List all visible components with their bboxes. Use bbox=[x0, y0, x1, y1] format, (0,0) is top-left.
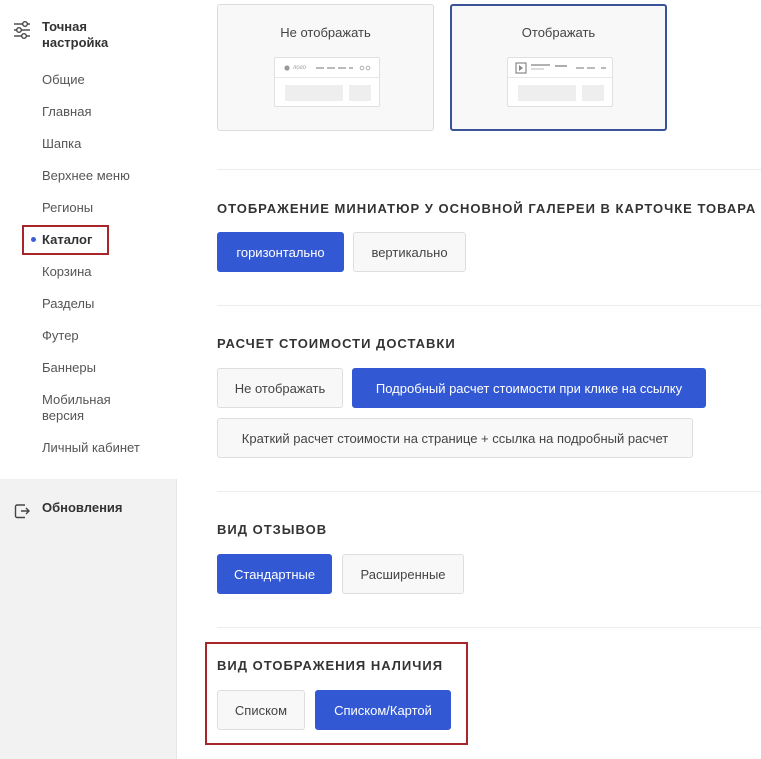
sidebar-updates-panel: Обновления bbox=[0, 479, 177, 759]
sidebar-item-sections[interactable]: Разделы bbox=[42, 296, 162, 312]
sidebar-item-regions[interactable]: Регионы bbox=[42, 200, 162, 216]
fine-tune-header[interactable]: Точная настройка bbox=[12, 19, 142, 51]
preview-block bbox=[582, 85, 604, 101]
delivery-detailed-button[interactable]: Подробный расчет стоимости при клике на … bbox=[352, 368, 706, 408]
preview-header-bar bbox=[508, 58, 612, 78]
updates-title: Обновления bbox=[42, 500, 123, 515]
update-icon bbox=[12, 501, 32, 521]
preview-block bbox=[349, 85, 371, 101]
sidebar-item-mobile-version[interactable]: Мобильная версия bbox=[42, 392, 132, 424]
logo-shown-option-card[interactable]: Отображать bbox=[450, 4, 667, 131]
sidebar-item-top-menu[interactable]: Верхнее меню bbox=[42, 168, 162, 184]
sidebar-item-footer[interactable]: Футер bbox=[42, 328, 162, 344]
section-divider bbox=[217, 627, 761, 628]
preview-block bbox=[285, 85, 343, 101]
availability-section-title: ВИД ОТОБРАЖЕНИЯ НАЛИЧИЯ bbox=[217, 658, 444, 673]
delivery-section-title: РАСЧЕТ СТОИМОСТИ ДОСТАВКИ bbox=[217, 336, 456, 351]
section-divider bbox=[217, 305, 761, 306]
option-label: Не отображать bbox=[280, 25, 371, 40]
sidebar-settings-panel: Точная настройка Общие Главная Шапка Вер… bbox=[0, 0, 177, 479]
preview-thumbnail: лого bbox=[274, 57, 380, 107]
availability-list-button[interactable]: Списком bbox=[217, 690, 305, 730]
preview-block bbox=[518, 85, 576, 101]
reviews-section-title: ВИД ОТЗЫВОВ bbox=[217, 522, 328, 537]
availability-list-map-button[interactable]: Списком/Картой bbox=[315, 690, 451, 730]
sidebar-item-catalog[interactable]: Каталог bbox=[42, 232, 162, 248]
option-label: Отображать bbox=[521, 25, 596, 40]
delivery-brief-button[interactable]: Краткий расчет стоимости на странице + с… bbox=[217, 418, 693, 458]
thumbnails-vertical-button[interactable]: вертикально bbox=[353, 232, 466, 272]
active-indicator-dot bbox=[31, 237, 36, 242]
updates-header[interactable]: Обновления bbox=[12, 500, 142, 521]
preview-header-bar: лого bbox=[275, 58, 379, 78]
section-divider bbox=[217, 169, 761, 170]
preview-thumbnail bbox=[507, 57, 613, 107]
sidebar-item-home[interactable]: Главная bbox=[42, 104, 162, 120]
fine-tune-title: Точная настройка bbox=[42, 19, 109, 50]
reviews-extended-button[interactable]: Расширенные bbox=[342, 554, 464, 594]
sidebar-item-header[interactable]: Шапка bbox=[42, 136, 162, 152]
sidebar: Точная настройка Общие Главная Шапка Вер… bbox=[0, 0, 177, 759]
mock-logo-text: лого bbox=[293, 65, 306, 71]
section-divider bbox=[217, 491, 761, 492]
sidebar-item-general[interactable]: Общие bbox=[42, 72, 162, 88]
logo-hidden-option-card[interactable]: Не отображать лого bbox=[217, 4, 434, 131]
delivery-hide-button[interactable]: Не отображать bbox=[217, 368, 343, 408]
sidebar-item-personal-account[interactable]: Личный кабинет bbox=[42, 440, 162, 456]
thumbnails-horizontal-button[interactable]: горизонтально bbox=[217, 232, 344, 272]
sidebar-item-banners[interactable]: Баннеры bbox=[42, 360, 162, 376]
sliders-icon bbox=[12, 20, 32, 40]
reviews-standard-button[interactable]: Стандартные bbox=[217, 554, 332, 594]
thumbnails-section-title: ОТОБРАЖЕНИЕ МИНИАТЮР У ОСНОВНОЙ ГАЛЕРЕИ … bbox=[217, 201, 757, 216]
sidebar-item-cart[interactable]: Корзина bbox=[42, 264, 162, 280]
preview-header-graphic bbox=[515, 62, 606, 74]
preview-header-graphic bbox=[284, 65, 371, 71]
main-content: Не отображать лого Отображать ОТОБРАЖЕНИ… bbox=[177, 0, 761, 759]
